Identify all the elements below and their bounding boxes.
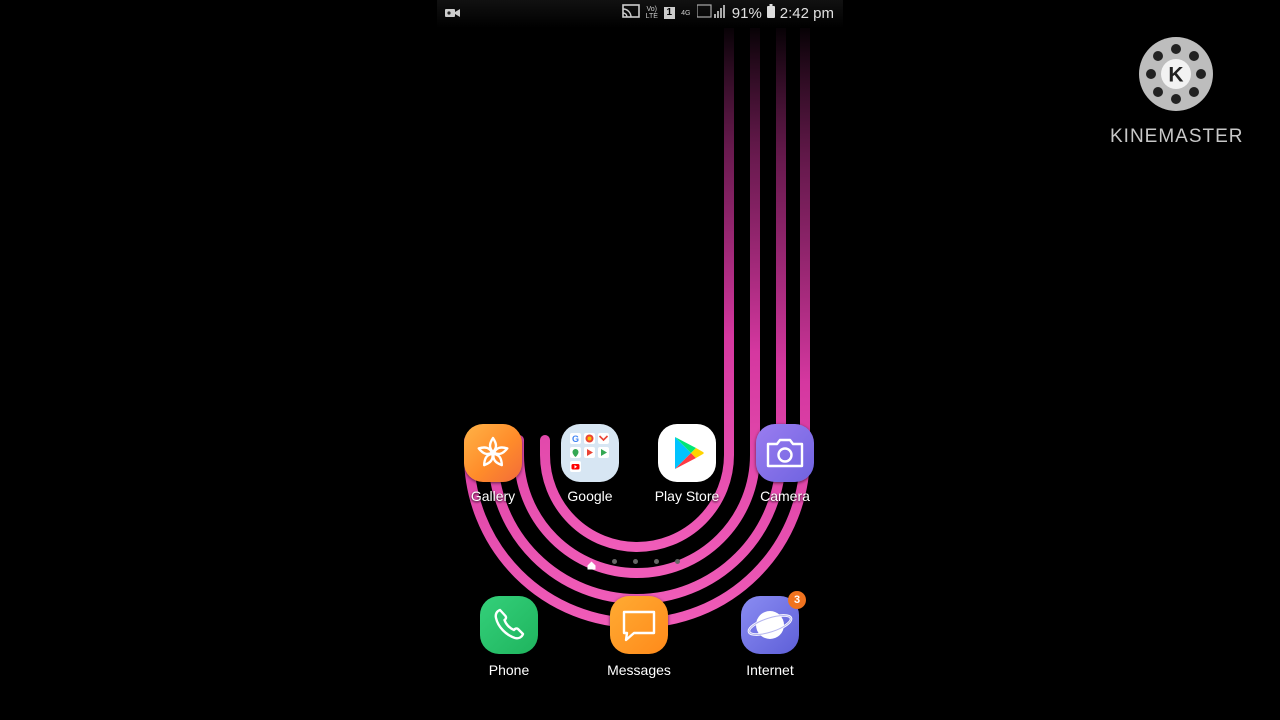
app-gallery[interactable]: Gallery — [447, 424, 539, 504]
clock: 2:42 pm — [779, 4, 834, 22]
dock-internet[interactable]: 3 Internet — [724, 591, 816, 678]
svg-text:G: G — [572, 434, 579, 444]
network-type-icon: 4G — [681, 9, 691, 17]
sim-1-icon: 1 — [663, 7, 675, 19]
app-camera[interactable]: Camera — [739, 424, 831, 504]
status-icons: Vo) LTE 1 4G 91% 2:42 pm — [621, 4, 834, 22]
app-label: Camera — [760, 488, 810, 504]
app-google-folder[interactable]: G Google — [544, 424, 636, 504]
dock-phone[interactable]: Phone — [463, 596, 555, 678]
page-dot — [654, 558, 659, 564]
signal-icon — [696, 4, 727, 22]
internet-icon: 3 — [741, 591, 806, 654]
page-indicator[interactable] — [587, 556, 697, 569]
page-dot — [633, 558, 638, 564]
dock-messages[interactable]: Messages — [593, 596, 685, 678]
kinemaster-text: KINEMASTER — [1110, 126, 1244, 147]
google-folder-icon: G — [561, 424, 619, 482]
gallery-icon — [464, 424, 522, 482]
volte-icon: Vo) LTE — [645, 6, 658, 20]
kinemaster-watermark: K KINEMASTER — [1110, 36, 1244, 148]
app-label: Google — [567, 488, 613, 504]
play-store-icon — [658, 424, 716, 482]
app-label: Phone — [488, 662, 530, 678]
page-dot — [612, 558, 617, 564]
app-label: Internet — [746, 662, 794, 678]
phone-icon — [480, 596, 538, 654]
camera-icon — [756, 424, 814, 482]
kinemaster-letter: K — [1168, 64, 1183, 87]
battery-icon — [766, 4, 775, 22]
page-dot — [675, 558, 680, 564]
app-label: Gallery — [470, 488, 516, 504]
messages-icon — [610, 596, 668, 654]
phone-screen: Vo) LTE 1 4G 91% 2:42 pm Gallery G Googl… — [437, 0, 843, 720]
notification-badge: 3 — [788, 591, 806, 609]
cast-icon — [621, 4, 640, 22]
app-label: Messages — [607, 662, 671, 678]
home-page-icon — [587, 557, 596, 569]
screen-record-icon — [445, 4, 461, 22]
battery-percent: 91% — [731, 4, 762, 22]
app-label: Play Store — [654, 488, 720, 504]
status-bar: Vo) LTE 1 4G 91% 2:42 pm — [437, 0, 843, 28]
app-play-store[interactable]: Play Store — [641, 424, 733, 504]
kinemaster-logo-icon: K — [1139, 37, 1213, 111]
